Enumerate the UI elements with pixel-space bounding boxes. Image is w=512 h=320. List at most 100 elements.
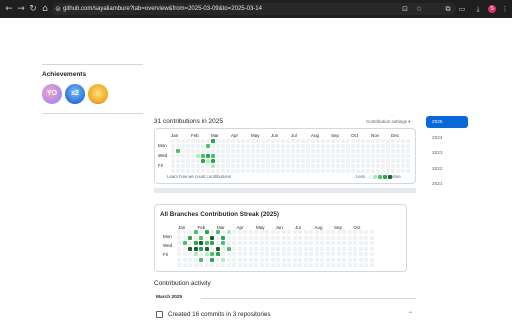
contribution-cell[interactable]	[346, 154, 350, 158]
contribution-cell[interactable]	[366, 169, 370, 173]
contribution-cell[interactable]	[298, 235, 302, 240]
contribution-cell[interactable]	[176, 139, 180, 143]
contribution-cell[interactable]	[336, 164, 340, 168]
contribution-cell[interactable]	[196, 144, 200, 148]
contribution-cell[interactable]	[326, 144, 330, 148]
contribution-cell[interactable]	[325, 257, 330, 262]
contribution-cell[interactable]	[386, 139, 390, 143]
contribution-cell[interactable]	[311, 169, 315, 173]
contribution-cell[interactable]	[226, 257, 231, 262]
contribution-cell[interactable]	[336, 230, 341, 234]
contribution-cell[interactable]	[351, 154, 355, 158]
contribution-cell[interactable]	[237, 241, 242, 245]
contribution-cell[interactable]	[381, 154, 385, 158]
contribution-cell[interactable]	[171, 159, 175, 163]
contribution-cell[interactable]	[292, 241, 297, 245]
contribution-cell[interactable]	[196, 169, 200, 173]
contribution-cell[interactable]	[281, 149, 285, 153]
contribution-cell[interactable]	[336, 144, 340, 148]
contribution-cell[interactable]	[211, 144, 215, 148]
contribution-cell[interactable]	[358, 252, 363, 256]
contribution-cell[interactable]	[351, 149, 355, 153]
contribution-cell[interactable]	[276, 164, 280, 168]
contribution-cell[interactable]	[406, 159, 410, 163]
contribution-cell[interactable]	[191, 169, 195, 173]
contribution-cell[interactable]	[243, 230, 247, 234]
contribution-cell[interactable]	[291, 149, 295, 153]
contribution-cell[interactable]	[281, 246, 286, 251]
contribution-cell[interactable]	[331, 164, 335, 168]
contribution-cell[interactable]	[281, 139, 285, 143]
contribution-cell[interactable]	[371, 149, 375, 153]
contribution-cell[interactable]	[321, 154, 325, 158]
contribution-cell[interactable]	[401, 149, 405, 153]
contribution-cell[interactable]	[276, 154, 280, 158]
contribution-cell[interactable]	[196, 159, 200, 163]
contribution-cell[interactable]	[406, 169, 410, 173]
contribution-cell[interactable]	[321, 164, 325, 168]
contribution-cell[interactable]	[351, 144, 355, 148]
contribution-cell[interactable]	[306, 169, 310, 173]
contribution-cell[interactable]	[331, 246, 335, 251]
contribution-cell[interactable]	[196, 139, 200, 143]
contribution-cell[interactable]	[311, 154, 315, 158]
contribution-cell[interactable]	[281, 230, 286, 234]
contribution-cell[interactable]	[246, 154, 250, 158]
contribution-cell[interactable]	[364, 235, 368, 240]
contribution-cell[interactable]	[366, 164, 370, 168]
contribution-cell[interactable]	[237, 263, 242, 267]
contribution-cell[interactable]	[199, 230, 203, 234]
contribution-cell[interactable]	[291, 169, 295, 173]
contribution-cell[interactable]	[191, 164, 195, 168]
contribution-cell[interactable]	[346, 169, 350, 173]
contribution-cell[interactable]	[251, 144, 255, 148]
contribution-cell[interactable]	[254, 230, 258, 234]
contribution-cell[interactable]	[292, 246, 297, 251]
contribution-cell[interactable]	[177, 252, 181, 256]
contribution-cell[interactable]	[336, 139, 340, 143]
contribution-cell[interactable]	[181, 159, 185, 163]
contribution-cell[interactable]	[361, 164, 365, 168]
contribution-cell[interactable]	[206, 164, 210, 168]
contribution-cell[interactable]	[210, 241, 214, 245]
contribution-cell[interactable]	[206, 139, 210, 143]
contribution-cell[interactable]	[366, 144, 370, 148]
contribution-cell[interactable]	[309, 246, 313, 251]
contribution-cell[interactable]	[376, 169, 380, 173]
contribution-cell[interactable]	[181, 149, 185, 153]
contribution-cell[interactable]	[396, 169, 400, 173]
contribution-cell[interactable]	[226, 169, 230, 173]
contribution-cell[interactable]	[314, 230, 319, 234]
contribution-cell[interactable]	[276, 230, 280, 234]
contribution-cell[interactable]	[211, 159, 215, 163]
contribution-cell[interactable]	[356, 154, 360, 158]
contribution-cell[interactable]	[182, 246, 187, 251]
contribution-cell[interactable]	[316, 169, 320, 173]
contribution-cell[interactable]	[336, 159, 340, 163]
contribution-cell[interactable]	[320, 235, 324, 240]
contribution-cell[interactable]	[182, 252, 187, 256]
contribution-cell[interactable]	[276, 169, 280, 173]
contribution-cell[interactable]	[259, 246, 264, 251]
contribution-cell[interactable]	[261, 169, 265, 173]
contribution-cell[interactable]	[254, 235, 258, 240]
contribution-cell[interactable]	[287, 235, 291, 240]
contribution-cell[interactable]	[364, 263, 368, 267]
contribution-cell[interactable]	[191, 149, 195, 153]
contribution-cell[interactable]	[241, 164, 245, 168]
contribution-cell[interactable]	[361, 169, 365, 173]
contribution-cell[interactable]	[336, 252, 341, 256]
contribution-cell[interactable]	[292, 263, 297, 267]
contribution-cell[interactable]	[216, 149, 220, 153]
contribution-cell[interactable]	[204, 263, 209, 267]
contribution-cell[interactable]	[181, 139, 185, 143]
contribution-cell[interactable]	[188, 230, 192, 234]
contribution-cell[interactable]	[326, 149, 330, 153]
contribution-cell[interactable]	[199, 246, 203, 251]
contribution-cell[interactable]	[276, 246, 280, 251]
contribution-cell[interactable]	[188, 257, 192, 262]
contribution-cell[interactable]	[248, 235, 253, 240]
contribution-cell[interactable]	[321, 144, 325, 148]
contribution-cell[interactable]	[276, 252, 280, 256]
contribution-cell[interactable]	[171, 139, 175, 143]
